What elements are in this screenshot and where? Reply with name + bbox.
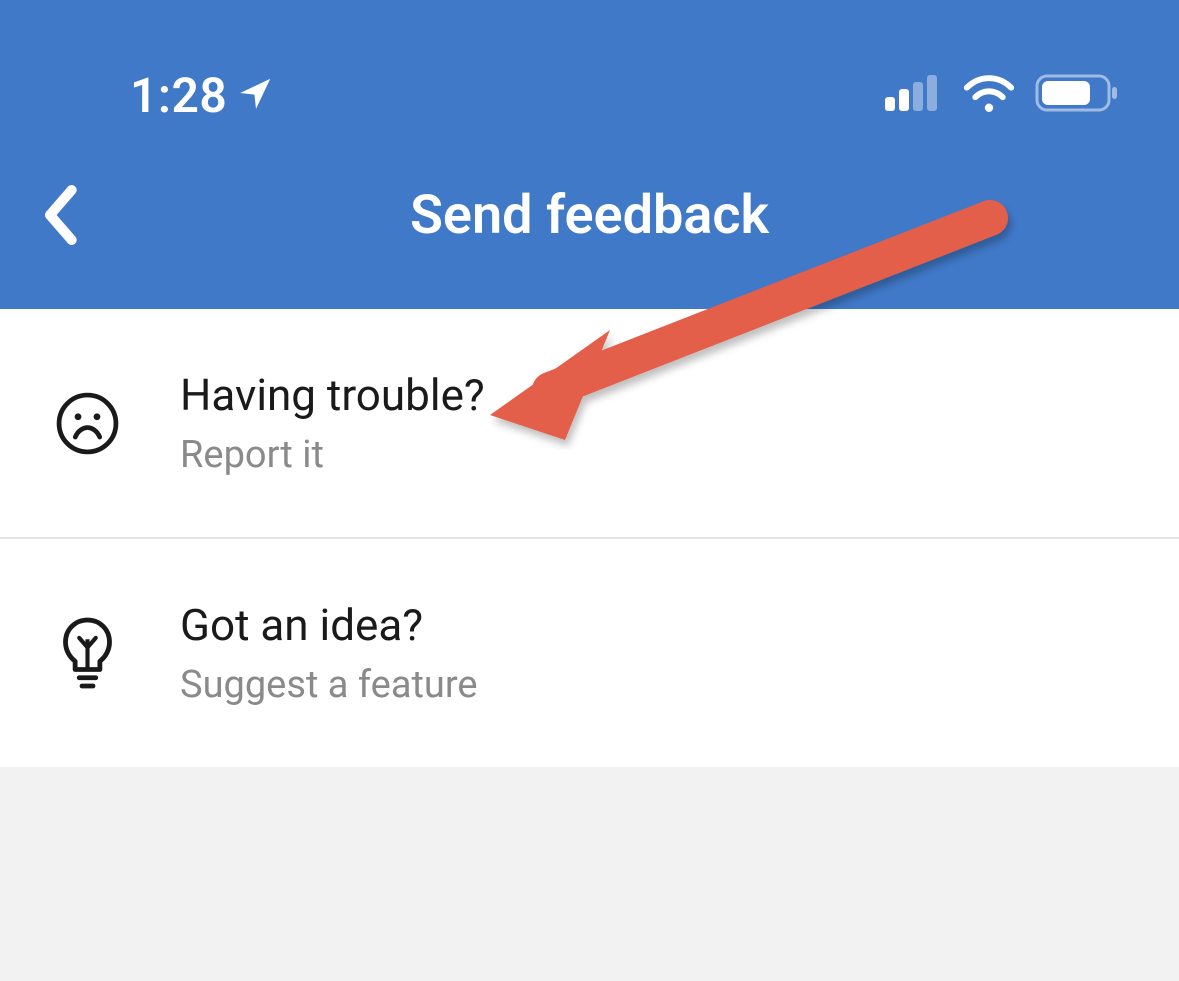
header: 1:28 xyxy=(0,0,1179,309)
list-text: Having trouble? Report it xyxy=(180,369,485,477)
sad-face-icon xyxy=(55,391,120,456)
list-item-subtitle: Suggest a feature xyxy=(180,663,478,707)
status-left: 1:28 xyxy=(130,67,275,124)
list-item-subtitle: Report it xyxy=(180,433,485,477)
location-icon xyxy=(237,67,275,124)
footer-space xyxy=(0,767,1179,967)
list-item-report-trouble[interactable]: Having trouble? Report it xyxy=(0,309,1179,539)
lightbulb-icon xyxy=(55,621,120,686)
page-title: Send feedback xyxy=(0,184,1179,247)
list-item-title: Having trouble? xyxy=(180,369,485,421)
list-item-title: Got an idea? xyxy=(180,599,478,651)
content: Having trouble? Report it Got an idea? S… xyxy=(0,309,1179,767)
battery-icon xyxy=(1035,74,1119,116)
back-button[interactable] xyxy=(30,180,90,250)
status-bar: 1:28 xyxy=(0,0,1179,130)
list-item-suggest-feature[interactable]: Got an idea? Suggest a feature xyxy=(0,539,1179,767)
nav-bar: Send feedback xyxy=(0,130,1179,300)
status-time: 1:28 xyxy=(130,67,227,124)
status-right xyxy=(885,74,1119,116)
list-text: Got an idea? Suggest a feature xyxy=(180,599,478,707)
cellular-signal-icon xyxy=(885,75,943,115)
wifi-icon xyxy=(963,74,1015,116)
